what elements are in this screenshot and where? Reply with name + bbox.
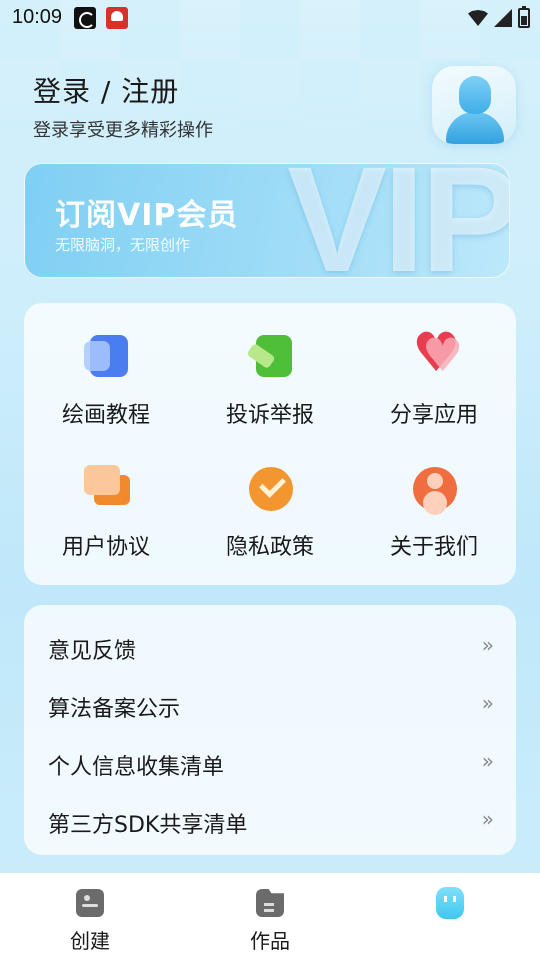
avatar-body-icon <box>446 112 504 144</box>
grid-item-privacy[interactable]: 隐私政策 <box>190 435 350 560</box>
report-icon <box>248 333 294 379</box>
feature-grid: 绘画教程 投诉举报 分享应用 用户协议 隐私政策 关于我们 <box>24 303 516 585</box>
chevron-right-icon: » <box>481 807 494 831</box>
check-shield-icon <box>248 465 294 511</box>
grid-item-tutorial[interactable]: 绘画教程 <box>26 303 186 428</box>
grid-item-label: 用户协议 <box>61 535 150 560</box>
list-item-label: 意见反馈 <box>48 639 137 664</box>
chat-bubble-icon <box>84 465 130 511</box>
vip-title: 订阅VIP会员 <box>55 198 239 233</box>
vip-subtitle: 无限脑洞，无限创作 <box>55 236 191 254</box>
chevron-right-icon: » <box>481 633 494 657</box>
notification-game-icon <box>106 7 128 29</box>
grid-item-report[interactable]: 投诉举报 <box>190 303 350 428</box>
list-item-sdk[interactable]: 第三方SDK共享清单 » <box>24 787 516 845</box>
status-time: 10:09 <box>12 6 63 28</box>
system-icons <box>468 6 530 28</box>
grid-item-about[interactable]: 关于我们 <box>354 435 514 560</box>
folder-icon <box>256 889 284 917</box>
grid-item-share[interactable]: 分享应用 <box>354 303 514 428</box>
settings-list: 意见反馈 » 算法备案公示 » 个人信息收集清单 » 第三方SDK共享清单 » <box>24 605 516 855</box>
heart-share-icon <box>412 323 463 383</box>
nav-tab-label: 作品 <box>250 929 290 953</box>
mine-icon <box>436 887 464 919</box>
nav-tab-works[interactable]: 作品 <box>180 873 360 960</box>
grid-item-agreement[interactable]: 用户协议 <box>26 435 186 560</box>
grid-item-label: 绘画教程 <box>61 403 150 428</box>
list-item-label: 个人信息收集清单 <box>48 755 225 780</box>
image-icon <box>76 889 104 917</box>
status-bar: 10:09 <box>0 0 540 36</box>
vip-subscribe-banner[interactable]: VIP 订阅VIP会员 无限脑洞，无限创作 <box>24 163 510 278</box>
nav-tab-mine[interactable] <box>360 873 540 960</box>
chevron-right-icon: » <box>481 749 494 773</box>
person-icon <box>412 465 458 511</box>
list-item-label: 第三方SDK共享清单 <box>48 813 248 838</box>
notification-app-icon <box>74 7 96 29</box>
grid-item-label: 投诉举报 <box>225 403 314 428</box>
list-item-personal-info[interactable]: 个人信息收集清单 » <box>24 729 516 787</box>
battery-icon <box>518 6 530 28</box>
login-register-link[interactable]: 登录 / 注册 <box>33 70 179 110</box>
chevron-right-icon: » <box>481 691 494 715</box>
signal-icon <box>494 9 512 27</box>
vip-watermark: VIP <box>287 163 510 278</box>
list-item-label: 算法备案公示 <box>48 697 181 722</box>
bottom-nav: 创建 作品 <box>0 873 540 960</box>
tutorial-icon <box>84 333 130 379</box>
list-item-algorithm[interactable]: 算法备案公示 » <box>24 671 516 729</box>
login-subtitle: 登录享受更多精彩操作 <box>33 120 213 141</box>
grid-item-label: 隐私政策 <box>225 535 314 560</box>
list-item-feedback[interactable]: 意见反馈 » <box>24 613 516 671</box>
nav-tab-label: 创建 <box>70 929 110 953</box>
grid-item-label: 分享应用 <box>389 403 478 428</box>
grid-item-label: 关于我们 <box>389 535 478 560</box>
wifi-icon <box>468 10 488 26</box>
avatar-head-icon <box>459 76 491 114</box>
avatar[interactable] <box>432 66 516 144</box>
nav-tab-create[interactable]: 创建 <box>0 873 180 960</box>
